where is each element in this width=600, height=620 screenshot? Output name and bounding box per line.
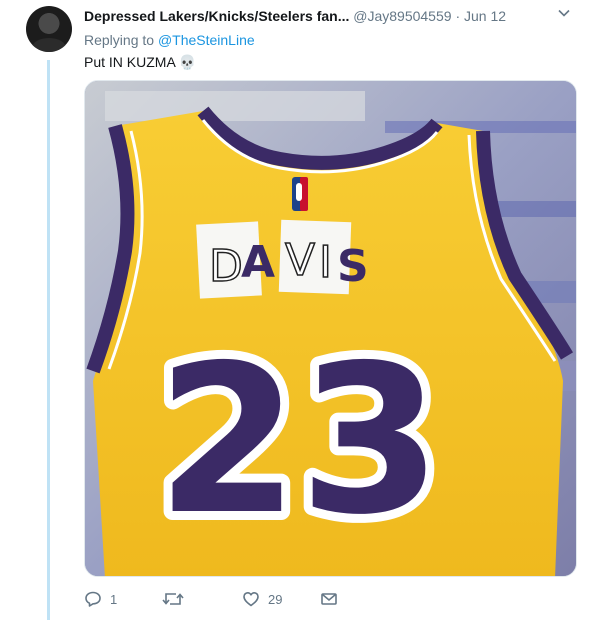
user-handle[interactable]: @Jay89504559 [353,8,451,24]
replying-to-link[interactable]: @TheSteinLine [158,32,255,48]
reply-icon [85,591,101,607]
chevron-down-icon[interactable] [554,6,574,26]
tweet-actions: 1 29 [84,590,384,612]
thread-line [47,60,50,620]
separator-dot: · [455,8,461,24]
nba-logo-white [296,183,302,201]
tweet-media-photo[interactable]: D A V I S 23 23 [84,80,577,577]
envelope-icon [321,593,337,605]
jersey-photo: D A V I S 23 23 [85,81,576,576]
direct-message-button[interactable] [320,590,346,608]
avatar[interactable] [26,6,72,52]
jersey-name: D A V I S [208,234,369,293]
avatar-figure [32,38,66,52]
replying-to: Replying to @TheSteinLine [84,32,255,48]
retweet-icon [162,593,184,605]
reply-button[interactable]: 1 [84,590,117,608]
jersey-number: 23 [156,322,441,560]
jersey-name-letter: S [337,241,369,292]
jersey-name-letter: A [241,237,275,288]
display-name[interactable]: Depressed Lakers/Knicks/Steelers fan... [84,8,349,24]
replying-to-label: Replying to [84,32,155,48]
tweet-date[interactable]: Jun 12 [464,8,506,24]
heart-icon [243,592,259,607]
jersey-name-letter: I [319,237,332,288]
like-button[interactable]: 29 [242,590,282,608]
retweet-button[interactable] [162,590,192,608]
background-stripe [105,91,365,121]
tweet-text: Put IN KUZMA 💀 [84,54,197,70]
like-count: 29 [268,591,283,607]
jersey-name-letter: V [285,235,315,286]
tweet-header: Depressed Lakers/Knicks/Steelers fan... … [84,8,574,28]
reply-count: 1 [110,591,118,607]
jersey-name-letter: D [209,241,243,292]
